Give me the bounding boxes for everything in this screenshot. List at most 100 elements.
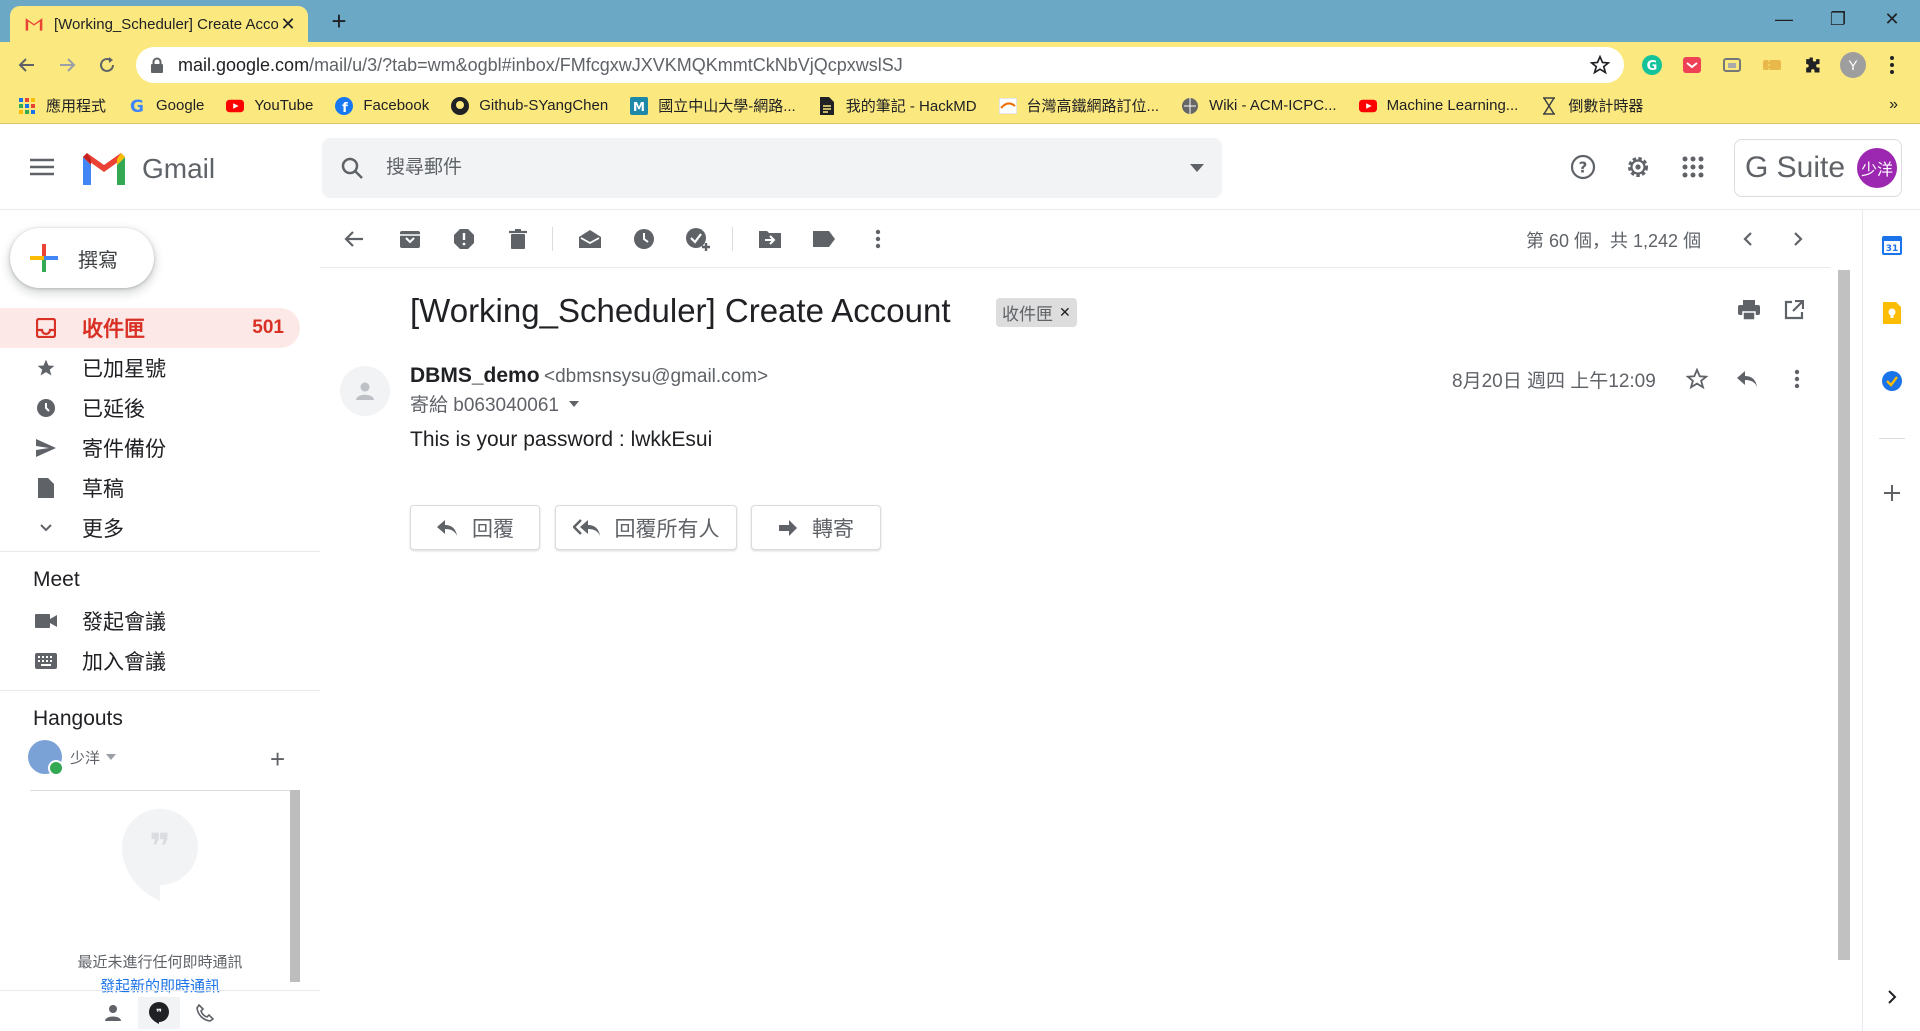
gmail-header: Gmail ? G Suite 少洋	[0, 124, 1920, 210]
bookmark-nsysu[interactable]: M 國立中山大學-網路...	[630, 95, 796, 116]
nav-item-more[interactable]: 更多	[0, 508, 300, 548]
contacts-tab[interactable]	[92, 997, 134, 1029]
mark-unread-button[interactable]	[576, 225, 604, 253]
new-tab-button[interactable]: +	[326, 8, 352, 34]
meet-start-meeting[interactable]: 發起會議	[34, 606, 166, 636]
reply-all-button[interactable]: 回覆所有人	[555, 505, 737, 550]
expand-panel-chevron-icon[interactable]	[1879, 984, 1905, 1010]
grammarly-extension-icon[interactable]: G	[1640, 53, 1664, 77]
ticket-extension-icon[interactable]	[1760, 53, 1784, 77]
archive-icon	[400, 231, 420, 248]
reply-icon-button[interactable]	[1732, 364, 1762, 394]
nav-item-snoozed[interactable]: 已延後	[0, 388, 300, 428]
snooze-button[interactable]	[630, 225, 658, 253]
reply-button[interactable]: 回覆	[410, 505, 540, 550]
help-icon[interactable]: ?	[1568, 152, 1598, 182]
compose-button[interactable]: 撰寫	[10, 228, 154, 288]
tasks-addon-icon[interactable]	[1879, 368, 1905, 394]
older-message-button[interactable]	[1784, 225, 1812, 253]
message-more-button[interactable]	[1782, 364, 1812, 394]
bookmark-thsr[interactable]: 台灣高鐵網路訂位...	[998, 95, 1159, 116]
more-actions-button[interactable]	[864, 225, 892, 253]
nav-item-starred[interactable]: 已加星號	[0, 348, 300, 388]
google-g-icon: G	[128, 97, 146, 115]
forward-button[interactable]	[52, 50, 82, 80]
bookmark-hackmd[interactable]: 我的筆記 - HackMD	[818, 95, 977, 116]
address-bar[interactable]: mail.google.com/mail/u/3/?tab=wm&ogbl#in…	[136, 47, 1624, 83]
search-icon[interactable]	[340, 156, 364, 180]
add-to-tasks-button[interactable]	[684, 225, 712, 253]
reply-icon	[436, 519, 458, 537]
bookmark-label: Google	[156, 97, 205, 114]
print-icon	[1738, 300, 1760, 320]
get-addons-plus-icon[interactable]	[1879, 480, 1905, 506]
bookmark-facebook[interactable]: f Facebook	[335, 96, 429, 115]
bookmark-timer[interactable]: 倒數計時器	[1540, 95, 1643, 116]
recipient-details-toggle[interactable]: 寄給 b063040061	[410, 390, 579, 417]
account-switcher[interactable]: G Suite 少洋	[1734, 139, 1902, 197]
nsysu-icon: M	[630, 96, 649, 115]
open-new-window-button[interactable]	[1784, 300, 1804, 320]
cast-extension-icon[interactable]	[1720, 53, 1744, 77]
sender-name[interactable]: DBMS_demo	[410, 364, 540, 388]
minimize-window-button[interactable]: —	[1756, 0, 1812, 38]
bookmark-youtube[interactable]: YouTube	[226, 97, 313, 115]
nav-item-drafts[interactable]: 草稿	[0, 468, 300, 508]
move-to-button[interactable]	[756, 225, 784, 253]
archive-button[interactable]	[396, 225, 424, 253]
bookmark-github[interactable]: Github-SYangChen	[451, 96, 608, 115]
phone-tab[interactable]	[184, 997, 226, 1029]
bookmark-apps[interactable]: 應用程式	[18, 95, 106, 116]
meet-join-meeting[interactable]: 加入會議	[34, 646, 166, 676]
keep-addon-icon[interactable]	[1879, 300, 1905, 326]
back-button[interactable]	[12, 50, 42, 80]
browser-tab-active[interactable]: [Working_Scheduler] Create Account ✕	[10, 6, 308, 42]
hangouts-empty-text: 最近未進行任何即時通訊	[77, 954, 243, 971]
close-window-button[interactable]: ✕	[1864, 0, 1920, 38]
bookmarks-overflow-button[interactable]: »	[1889, 96, 1898, 114]
inbox-label-chip[interactable]: 收件匣 ✕	[996, 298, 1077, 327]
back-to-inbox-button[interactable]	[340, 225, 368, 253]
message-scrollbar[interactable]	[1838, 270, 1850, 960]
new-conversation-plus-icon[interactable]: +	[270, 746, 285, 772]
gmail-logo[interactable]: Gmail	[80, 151, 215, 187]
main-menu-icon[interactable]	[30, 158, 54, 176]
bookmark-star-icon[interactable]	[1590, 55, 1610, 75]
bookmark-label: 應用程式	[46, 98, 107, 115]
search-options-caret-icon[interactable]	[1190, 164, 1204, 172]
report-spam-button[interactable]	[450, 225, 478, 253]
delete-button[interactable]	[504, 225, 532, 253]
browser-menu-icon[interactable]	[1880, 53, 1904, 77]
maximize-window-button[interactable]: ❐	[1810, 0, 1866, 38]
forward-button[interactable]: 轉寄	[751, 505, 881, 550]
tab-close-icon[interactable]: ✕	[278, 14, 298, 34]
print-all-button[interactable]	[1738, 300, 1760, 320]
newer-message-button[interactable]	[1734, 225, 1762, 253]
nav-item-inbox[interactable]: 收件匣 501	[0, 308, 300, 348]
bookmark-google[interactable]: G Google	[128, 97, 204, 115]
bookmark-wiki[interactable]: Wiki - ACM-ICPC...	[1181, 97, 1337, 115]
bookmark-ml[interactable]: Machine Learning...	[1358, 97, 1518, 115]
conversations-tab[interactable]: ❞	[138, 997, 180, 1029]
search-bar[interactable]	[322, 138, 1222, 198]
browser-toolbar: mail.google.com/mail/u/3/?tab=wm&ogbl#in…	[0, 42, 1920, 88]
google-apps-icon[interactable]	[1678, 152, 1708, 182]
pocket-extension-icon[interactable]	[1680, 53, 1704, 77]
labels-button[interactable]	[810, 225, 838, 253]
hangouts-user-menu[interactable]: 少洋	[28, 740, 117, 776]
caret-down-icon	[568, 400, 579, 407]
reload-button[interactable]	[92, 50, 122, 80]
hangouts-scrollbar[interactable]	[290, 790, 300, 982]
search-input[interactable]	[386, 157, 1190, 179]
reply-icon	[1737, 371, 1757, 387]
star-message-button[interactable]	[1682, 364, 1712, 394]
open-in-new-icon	[1784, 300, 1804, 320]
nav-item-sent[interactable]: 寄件備份	[0, 428, 300, 468]
calendar-addon-icon[interactable]: 31	[1879, 232, 1905, 258]
extensions-puzzle-icon[interactable]	[1800, 53, 1824, 77]
remove-label-icon[interactable]: ✕	[1059, 304, 1071, 321]
profile-avatar[interactable]: Y	[1840, 52, 1866, 78]
settings-gear-icon[interactable]	[1623, 152, 1653, 182]
forward-arrow-icon	[778, 519, 798, 536]
youtube-icon	[226, 97, 245, 115]
